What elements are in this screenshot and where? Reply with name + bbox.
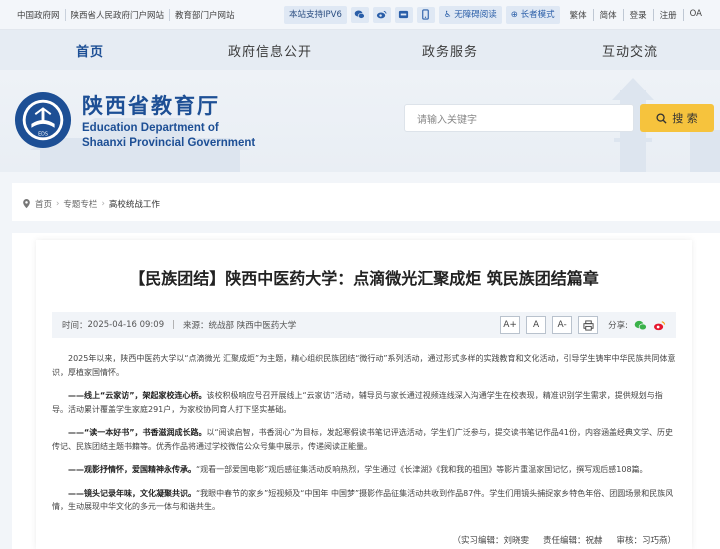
nav-interaction[interactable]: 互动交流	[540, 41, 720, 60]
search-button[interactable]: 搜 索	[640, 104, 714, 132]
search-button-label: 搜 索	[672, 112, 698, 125]
nav-gov-info[interactable]: 政府信息公开	[180, 41, 360, 60]
link-gov[interactable]: 中国政府网	[12, 8, 66, 21]
search-icon	[656, 112, 667, 124]
traditional-chinese-link[interactable]: 繁体	[564, 8, 594, 21]
site-logo[interactable]: EDS 陕西省教育厅 Education Department of Shaan…	[14, 90, 255, 150]
share-label: 分享:	[608, 321, 628, 331]
mobile-icon[interactable]	[416, 6, 435, 23]
accessible-reading-label: 无障碍阅读	[454, 9, 497, 20]
article-source: 统战部 陕西中医药大学	[208, 321, 297, 331]
printer-icon	[583, 319, 594, 331]
article-paragraph: ——镜头记录年味，文化凝聚共识。“我眼中春节的家乡”短视频及“中国年 中国梦”摄…	[52, 488, 674, 512]
oa-link[interactable]: OA	[684, 9, 708, 21]
breadcrumb-divider	[12, 221, 720, 233]
content-area: 首页 › 专题专栏 › 高校统战工作 【民族团结】陕西中医药大学：点滴微光汇聚成…	[12, 183, 720, 549]
nav-gov-services[interactable]: 政务服务	[360, 41, 540, 60]
breadcrumb: 首页 › 专题专栏 › 高校统战工作	[22, 198, 160, 210]
font-smaller-button[interactable]: A-	[552, 316, 573, 334]
svg-text:EDS: EDS	[38, 131, 48, 137]
breadcrumb-separator: ›	[101, 199, 105, 209]
article-card: 【民族团结】陕西中医药大学：点滴微光汇聚成炬 筑民族团结篇章 时间： 2025-…	[36, 240, 692, 549]
article-paragraph: ——观影抒情怀，爱国精神永传承。“观看一部爱国电影”观后感征集活动反响热烈，学生…	[68, 465, 648, 474]
site-title-cn: 陕西省教育厅	[82, 93, 220, 118]
site-title-block: 陕西省教育厅 Education Department of Shaanxi P…	[82, 90, 255, 150]
site-title-en-line1: Education Department of	[82, 122, 219, 134]
article-paragraph: ——“读一本好书”，书香滋润成长路。以“阅读启智，书香润心”为目标，发起寒假读书…	[52, 428, 673, 451]
site-title-en-line2: Shaanxi Provincial Government	[82, 137, 256, 149]
elder-mode-label: 长者模式	[520, 9, 555, 20]
source-label: 来源：	[183, 321, 209, 331]
wechat-share-icon[interactable]	[634, 320, 647, 331]
reviewer: 审核：习巧燕）	[616, 536, 676, 546]
elder-icon: ⊕	[510, 9, 518, 20]
nav-home[interactable]: 首页	[0, 41, 180, 60]
wechat-icon[interactable]	[350, 6, 369, 23]
topbar-tools: 本站支持IPV6 ♿ 无障碍阅读 ⊕ 长者模式 繁体 简体 登录 注册 OA	[284, 5, 708, 24]
print-button[interactable]	[578, 316, 599, 334]
breadcrumb-separator: ›	[56, 199, 60, 209]
weibo-icon[interactable]	[372, 6, 391, 23]
intern-editor: （实习编辑：刘晓雯	[452, 536, 529, 546]
register-link[interactable]: 注册	[654, 8, 684, 21]
article-meta-bar: 时间： 2025-04-16 09:09 | 来源： 统战部 陕西中医药大学 A…	[52, 312, 676, 338]
article-tools: A+ A A- 分享:	[500, 316, 666, 334]
top-bar: 中国政府网 陕西省人民政府门户网站 教育部门户网站 本站支持IPV6 ♿ 无障碍…	[0, 0, 720, 30]
ipv6-badge: 本站支持IPV6	[284, 5, 347, 24]
responsible-editor: 责任编辑：祝赫	[542, 536, 603, 546]
login-link[interactable]: 登录	[624, 8, 654, 21]
simplified-chinese-link[interactable]: 简体	[594, 8, 624, 21]
lang-login-links: 繁体 简体 登录 注册 OA	[564, 8, 708, 21]
link-moe[interactable]: 教育部门户网站	[170, 9, 240, 21]
search-input[interactable]: 请输入关键字	[404, 104, 634, 132]
education-dept-emblem-icon: EDS	[14, 91, 72, 149]
font-larger-button[interactable]: A+	[500, 316, 521, 334]
site-header: EDS 陕西省教育厅 Education Department of Shaan…	[0, 70, 720, 172]
external-links: 中国政府网 陕西省人民政府门户网站 教育部门户网站	[12, 8, 240, 21]
accessible-reading-button[interactable]: ♿ 无障碍阅读	[438, 5, 502, 24]
weibo-share-icon[interactable]	[653, 320, 666, 331]
breadcrumb-home[interactable]: 首页	[35, 198, 52, 210]
breadcrumb-topics[interactable]: 专题专栏	[63, 198, 97, 210]
font-normal-button[interactable]: A	[526, 316, 547, 334]
article-title: 【民族团结】陕西中医药大学：点滴微光汇聚成炬 筑民族团结篇章	[129, 269, 599, 288]
main-nav: 首页 政府信息公开 政务服务 互动交流	[0, 30, 720, 70]
link-shaanxi-gov[interactable]: 陕西省人民政府门户网站	[66, 8, 171, 21]
location-pin-icon	[23, 199, 30, 209]
editor-credits: （实习编辑：刘晓雯 责任编辑：祝赫 审核：习巧燕）	[452, 534, 676, 546]
breadcrumb-current[interactable]: 高校统战工作	[109, 198, 160, 210]
article-body: 2025年以来，陕西中医药大学以“点滴微光 汇聚成炬”为主题，精心组织民族团结“…	[52, 352, 676, 524]
accessibility-icon: ♿	[443, 9, 452, 20]
time-label: 时间：	[62, 321, 88, 331]
article-paragraph: ——线上“云家访”，架起家校连心桥。该校积极响应号召开展线上“云家访”活动，辅导…	[52, 391, 663, 414]
meta-separator: |	[172, 320, 175, 330]
publish-time: 2025-04-16 09:09	[87, 320, 165, 330]
douyin-icon[interactable]	[394, 6, 413, 23]
article-paragraph: 2025年以来，陕西中医药大学以“点滴微光 汇聚成炬”为主题，精心组织民族团结“…	[52, 354, 676, 377]
elder-mode-button[interactable]: ⊕ 长者模式	[505, 5, 560, 24]
